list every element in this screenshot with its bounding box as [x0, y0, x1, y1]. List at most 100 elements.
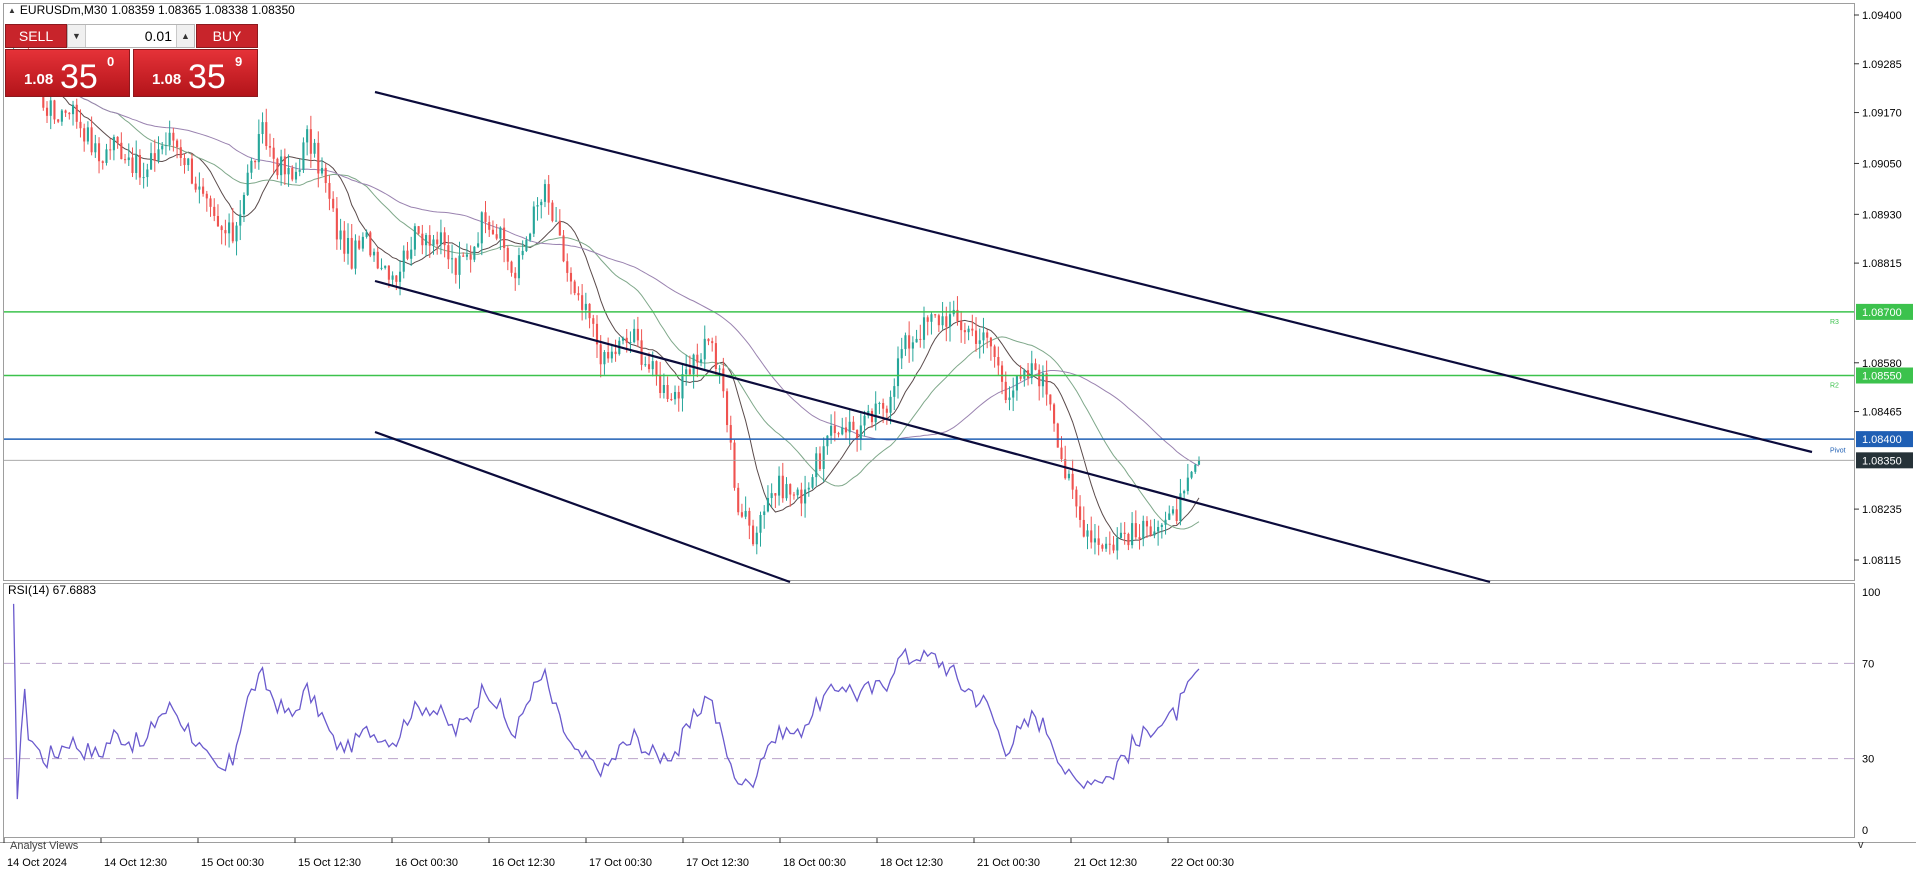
candle-body	[176, 140, 179, 148]
candle-body	[607, 352, 610, 359]
candle-body	[514, 272, 517, 279]
candle-body	[588, 303, 591, 319]
ohlc-readout: 1.08359 1.08365 1.08338 1.08350	[111, 3, 295, 17]
trend-channel[interactable]	[374, 90, 1813, 584]
candle-body	[547, 184, 550, 203]
rsi-label: RSI(14) 67.6883	[8, 583, 97, 597]
candle-body	[1053, 404, 1056, 424]
candle-body	[1012, 390, 1015, 398]
analyst-views-tab[interactable]: Analyst Views	[10, 840, 78, 852]
candle-body	[733, 442, 736, 488]
candle-body	[752, 525, 755, 545]
candle-body	[213, 206, 216, 216]
chevron-down-icon[interactable]: ▼	[68, 25, 86, 47]
candle-body	[651, 361, 654, 370]
candle-body	[562, 235, 565, 262]
candle-body	[911, 342, 914, 349]
candle-body	[495, 234, 498, 239]
candle-body	[629, 342, 632, 344]
chart-frame[interactable]: R3R2Pivot 1.094001.092851.091701.090501.…	[0, 0, 1916, 874]
candle-body	[57, 119, 60, 122]
buy-price-button[interactable]: 1.08 35 9	[133, 49, 258, 97]
candle-body	[1086, 530, 1089, 537]
candle-body	[718, 368, 721, 370]
candle-body	[1004, 381, 1007, 401]
volume-input[interactable]	[86, 25, 176, 47]
candle-body	[83, 128, 86, 142]
candle-body	[257, 134, 260, 163]
channel-line[interactable]	[374, 279, 1491, 584]
sell-price-button[interactable]: 1.08 35 0	[5, 49, 130, 97]
candle-body	[889, 396, 892, 413]
candle-body	[332, 198, 335, 209]
buy-button[interactable]: BUY	[196, 24, 258, 48]
sell-button[interactable]: SELL	[5, 24, 67, 48]
candle-body	[1160, 524, 1163, 527]
candle-body	[774, 493, 777, 496]
candle-body	[937, 315, 940, 326]
candle-body	[603, 352, 606, 365]
candle-body	[101, 161, 104, 163]
candle-body	[636, 328, 639, 341]
candle-body	[317, 142, 320, 174]
candle-body	[451, 258, 454, 260]
price-tags: 1.08700 1.08550 1.08400 1.08350	[1856, 303, 1913, 469]
candle-body	[529, 233, 532, 240]
chevron-up-icon[interactable]: ▲	[176, 25, 194, 47]
candle-body	[60, 110, 63, 122]
candle-body	[1171, 509, 1175, 514]
sell-price-big: 35	[60, 58, 98, 96]
candle-body	[878, 403, 881, 405]
candle-body	[841, 427, 844, 435]
collapse-triangle-icon[interactable]: ▲	[8, 6, 16, 15]
candle-body	[436, 239, 439, 245]
candle-body	[1157, 526, 1160, 532]
candle-body	[770, 493, 773, 499]
candle-body	[458, 255, 461, 275]
candle-body	[417, 226, 420, 234]
candle-body	[844, 427, 848, 433]
candle-body	[172, 132, 175, 141]
candle-body	[250, 160, 253, 173]
candle-body	[79, 121, 82, 129]
main-pane-border	[3, 3, 1855, 581]
candle-body	[807, 487, 810, 490]
channel-line[interactable]	[374, 430, 791, 584]
candle-body	[581, 295, 584, 310]
candle-body	[558, 220, 561, 236]
candle-body	[822, 446, 825, 469]
candle-body	[696, 354, 699, 363]
candle-body	[904, 335, 907, 350]
price-tick-label: 1.08815	[1862, 258, 1902, 270]
candle-body	[1023, 370, 1026, 379]
candle-body	[153, 153, 156, 161]
candle-body	[1097, 538, 1100, 545]
price-tick-label: 1.08465	[1862, 407, 1902, 419]
candle-body	[963, 330, 966, 333]
candle-body	[592, 318, 595, 324]
candle-body	[804, 489, 807, 504]
candle-body	[986, 332, 989, 338]
candle-body	[261, 122, 264, 135]
candle-body	[131, 157, 134, 174]
candle-body	[755, 532, 758, 545]
candle-body	[577, 293, 580, 296]
candle-body	[291, 167, 294, 180]
candle-body	[384, 265, 387, 268]
candle-body	[1175, 509, 1178, 521]
candle-body	[1142, 520, 1145, 540]
candle-body	[283, 156, 286, 175]
candle-body	[391, 275, 394, 280]
time-tick-label: 17 Oct 12:30	[686, 857, 749, 869]
candle-body	[725, 391, 729, 426]
candle-body	[503, 227, 506, 249]
candle-body	[231, 222, 234, 242]
candle-body	[506, 248, 509, 262]
candle-body	[346, 237, 350, 254]
candle-body	[662, 385, 665, 394]
volume-stepper: ▼ ▲	[67, 24, 195, 48]
candle-body	[123, 159, 127, 161]
candle-body	[68, 112, 71, 115]
chevron-down-icon[interactable]: v	[1858, 839, 1864, 851]
candle-body	[1082, 519, 1085, 537]
